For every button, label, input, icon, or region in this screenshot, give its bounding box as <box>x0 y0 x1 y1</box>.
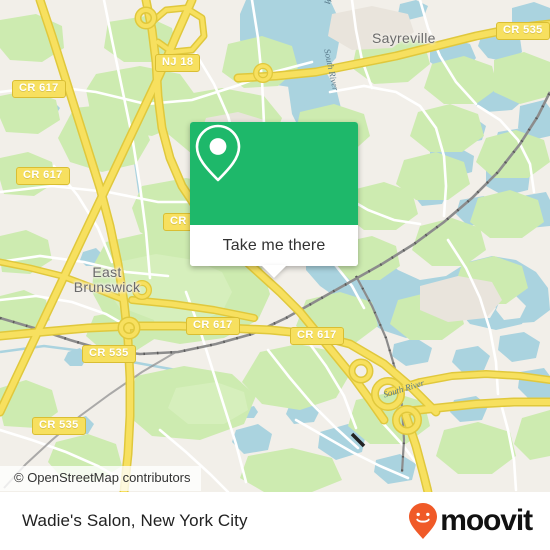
footer-bar: Wadie's Salon, New York City moovit <box>0 492 550 550</box>
road-shield-cr-535-bottom-left[interactable]: CR 535 <box>32 417 86 435</box>
road-shield-cr-535-lower-left[interactable]: CR 535 <box>82 345 136 363</box>
road-shield-cr-617-lower-right[interactable]: CR 617 <box>290 327 344 345</box>
road-shield-cr-617-mid-left[interactable]: CR 617 <box>16 167 70 185</box>
road-shield-cr-617-upper-left[interactable]: CR 617 <box>12 80 66 98</box>
moovit-wordmark: moovit <box>440 504 533 537</box>
moovit-smiley-pin-icon <box>409 503 438 539</box>
place-popup-card[interactable]: Take me there <box>190 122 358 278</box>
osm-attribution[interactable]: © OpenStreetMap contributors <box>0 466 201 491</box>
popup-footer[interactable]: Take me there <box>190 225 358 266</box>
popup-header <box>190 122 358 225</box>
moovit-brand[interactable]: moovit <box>408 502 533 540</box>
moovit-map-screenshot: Sayreville East Brunswick Wash South Riv… <box>0 0 550 550</box>
map-canvas[interactable]: Sayreville East Brunswick Wash South Riv… <box>0 0 550 492</box>
map-pin-icon <box>195 124 241 182</box>
road-shield-cr-535-top-right[interactable]: CR 535 <box>496 22 550 40</box>
popup-pointer-tail <box>261 265 287 278</box>
take-me-there-label: Take me there <box>222 236 326 254</box>
road-shield-cr-617-lower-left[interactable]: CR 617 <box>186 317 240 335</box>
place-title: Wadie's Salon, New York City <box>22 511 248 530</box>
road-shield-nj-18[interactable]: NJ 18 <box>155 54 201 72</box>
